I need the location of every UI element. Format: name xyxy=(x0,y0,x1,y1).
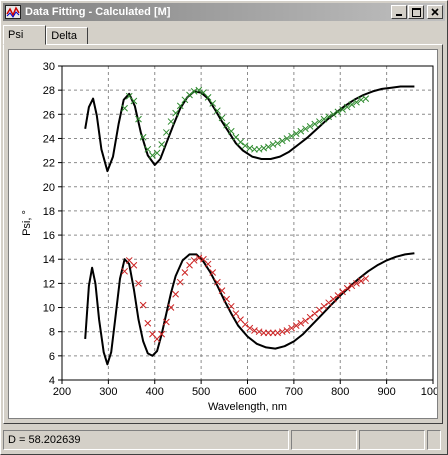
measured-point-1 xyxy=(167,118,175,125)
y-tick-label: 12 xyxy=(43,278,55,290)
measured-point-3 xyxy=(306,313,314,321)
measured-point-3 xyxy=(325,299,333,307)
calculated-curve-2 xyxy=(84,252,415,366)
measured-point-1 xyxy=(162,129,170,136)
measured-point-1 xyxy=(158,141,166,148)
x-tick-label: 1000 xyxy=(421,386,437,398)
status-cell-3 xyxy=(359,430,425,450)
measured-point-3 xyxy=(176,278,184,286)
tab-psi[interactable]: Psi xyxy=(3,25,47,45)
psi-chart: 200 300 400 500 600 700 800 900 1000 4 6 8 10 12 14 16 1… xyxy=(21,61,445,413)
window-title: Data Fitting - Calculated [M] xyxy=(25,6,171,18)
measured-point-3 xyxy=(167,304,175,311)
y-tick-label: 18 xyxy=(43,206,55,218)
x-axis-label: Wavelength, nm xyxy=(208,401,287,413)
measured-point-3 xyxy=(172,290,179,298)
measured-point-1 xyxy=(255,145,263,153)
x-tick-label: 500 xyxy=(192,386,210,398)
y-axis-label: Psi, ° xyxy=(21,210,33,236)
status-cell-2 xyxy=(291,430,357,450)
y-tick-label: 8 xyxy=(49,327,55,339)
measured-point-3 xyxy=(329,295,337,303)
y-tick-label: 22 xyxy=(43,158,55,170)
tab-delta[interactable]: Delta xyxy=(46,27,88,45)
measured-point-3 xyxy=(181,269,189,276)
title-bar[interactable]: Data Fitting - Calculated [M] xyxy=(3,3,445,21)
y-tick-label: 6 xyxy=(49,351,55,363)
app-icon xyxy=(5,5,21,19)
y-tick-label: 4 xyxy=(49,375,55,387)
tab-delta-label: Delta xyxy=(51,30,77,42)
data-fitting-window: Data Fitting - Calculated [M] Psi Delta … xyxy=(0,0,448,455)
y-tick-label: 14 xyxy=(43,254,55,266)
x-tick-label: 700 xyxy=(285,386,303,398)
tab-psi-label: Psi xyxy=(8,29,24,41)
measured-point-1 xyxy=(260,144,268,152)
tab-strip: Psi Delta xyxy=(3,25,88,45)
measured-point-3 xyxy=(227,302,235,310)
measured-point-3 xyxy=(311,310,319,317)
measured-point-3 xyxy=(232,310,240,317)
y-tick-label: 28 xyxy=(43,85,55,97)
measured-point-1 xyxy=(362,95,370,102)
close-icon xyxy=(431,8,439,16)
close-button[interactable] xyxy=(427,5,443,19)
measured-point-3 xyxy=(144,319,152,327)
y-tick-label: 24 xyxy=(43,133,55,145)
size-grip[interactable] xyxy=(427,430,441,450)
measured-point-3 xyxy=(274,329,281,337)
measured-point-3 xyxy=(130,261,138,269)
measured-point-1 xyxy=(237,138,244,146)
measured-point-3 xyxy=(139,301,147,309)
y-tick-label: 30 xyxy=(43,61,55,73)
y-tick-label: 16 xyxy=(43,230,55,242)
x-tick-label: 900 xyxy=(377,386,395,398)
maximize-button[interactable] xyxy=(408,5,424,19)
measured-point-1 xyxy=(186,91,193,99)
minimize-button[interactable] xyxy=(391,5,407,19)
chart-area: 200 300 400 500 600 700 800 900 1000 4 6 8 10 12 14 16 1… xyxy=(8,49,445,419)
y-tick-label: 10 xyxy=(43,303,55,315)
maximize-icon xyxy=(411,7,421,17)
x-tick-label: 800 xyxy=(331,386,349,398)
x-tick-label: 300 xyxy=(99,386,117,398)
measured-point-3 xyxy=(320,302,328,310)
tab-panel: 200 300 400 500 600 700 800 900 1000 4 6 8 10 12 14 16 1… xyxy=(3,44,445,424)
minimize-icon xyxy=(396,14,402,16)
y-tick-label: 26 xyxy=(43,109,55,121)
x-tick-label: 200 xyxy=(53,386,71,398)
x-tick-label: 600 xyxy=(238,386,256,398)
x-tick-label: 400 xyxy=(146,386,164,398)
y-tick-label: 20 xyxy=(43,182,55,194)
status-text: D = 58.202639 xyxy=(8,434,81,446)
status-text-cell: D = 58.202639 xyxy=(3,430,289,450)
status-bar: D = 58.202639 xyxy=(3,430,445,452)
measured-point-3 xyxy=(316,306,323,314)
